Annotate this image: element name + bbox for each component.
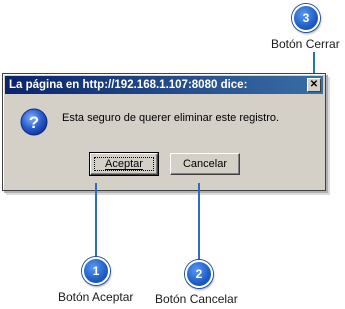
dialog-message: Esta seguro de querer eliminar este regi… (62, 112, 280, 124)
question-icon: ? (20, 108, 48, 136)
dialog-titlebar[interactable]: La página en http://192.168.1.107:8080 d… (5, 76, 323, 94)
alert-dialog: La página en http://192.168.1.107:8080 d… (2, 73, 326, 191)
close-icon: ✕ (309, 79, 319, 90)
callout-line-2 (198, 183, 200, 261)
callout-line-1 (95, 183, 97, 258)
cancel-button[interactable]: Cancelar (170, 153, 240, 175)
callout-badge-2: 2 (185, 260, 213, 288)
callout-label-2: Botón Cancelar (155, 292, 238, 306)
callout-number-3: 3 (302, 11, 310, 25)
accept-button[interactable]: Aceptar (89, 152, 159, 176)
focus-ring (94, 157, 154, 171)
callout-number-2: 2 (195, 267, 203, 281)
callout-label-3: Botón Cerrar (271, 37, 340, 51)
svg-text:?: ? (29, 113, 39, 132)
callout-badge-3: 3 (292, 4, 320, 32)
callout-label-1: Botón Aceptar (58, 290, 134, 304)
callout-badge-1: 1 (82, 257, 110, 285)
dialog-title: La página en http://192.168.1.107:8080 d… (9, 79, 248, 91)
callout-number-1: 1 (92, 264, 100, 278)
close-button[interactable]: ✕ (307, 78, 321, 92)
cancel-button-label: Cancelar (182, 158, 228, 170)
